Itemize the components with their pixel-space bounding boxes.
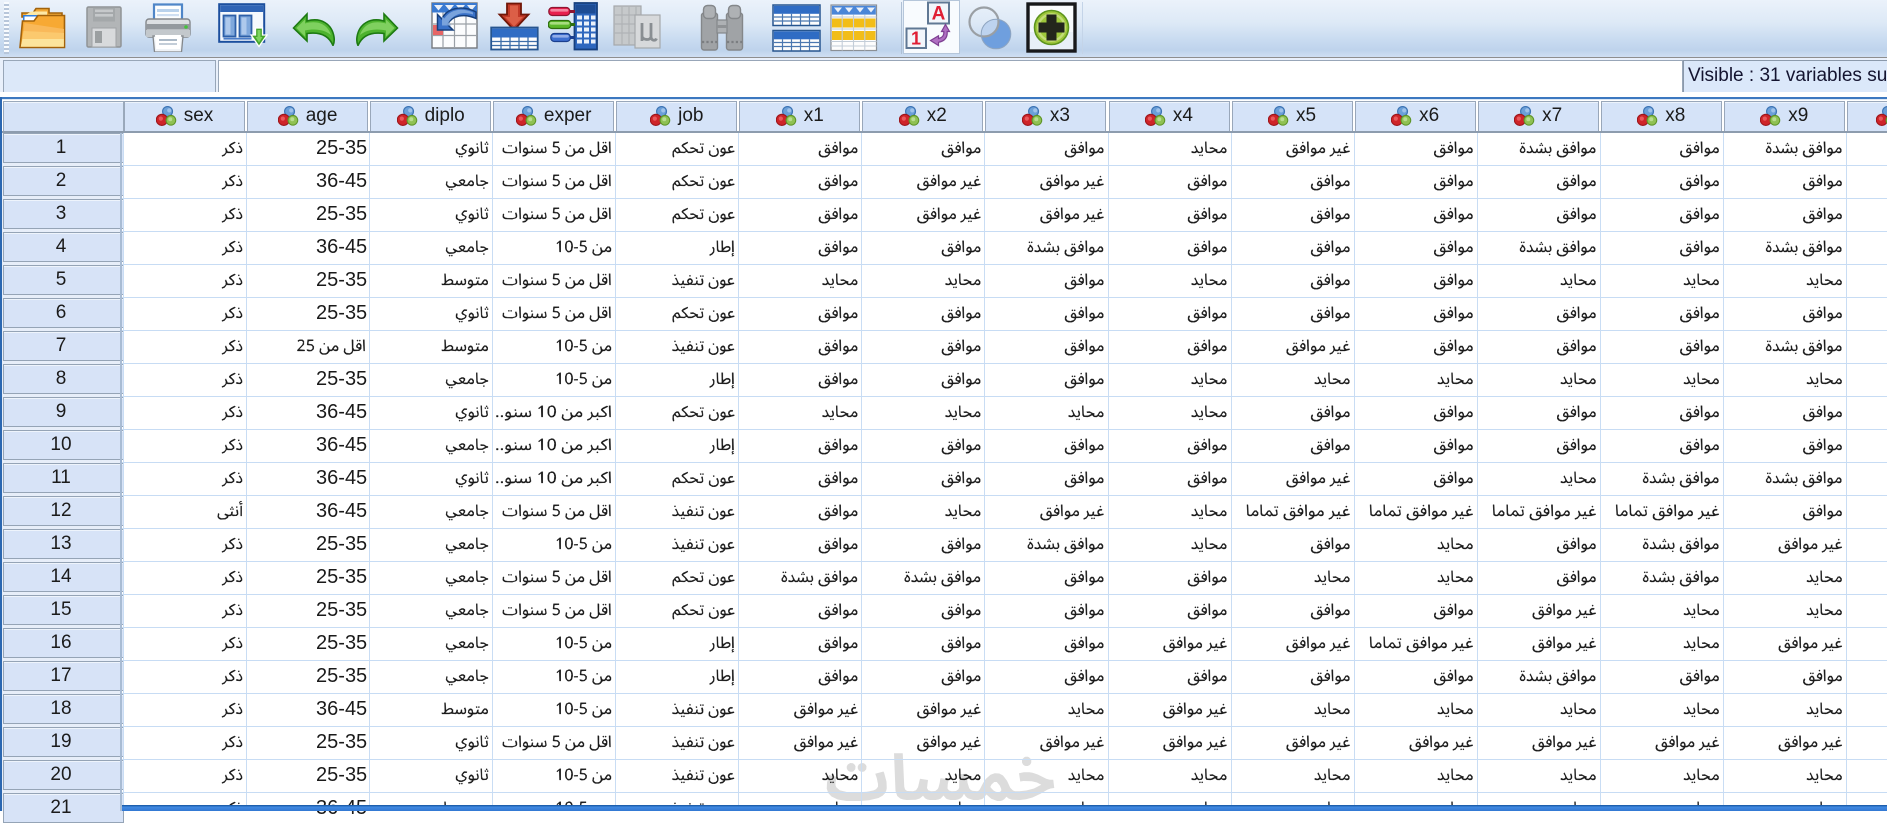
svg-text:1: 1 (911, 29, 921, 49)
svg-text:A: A (932, 4, 946, 25)
